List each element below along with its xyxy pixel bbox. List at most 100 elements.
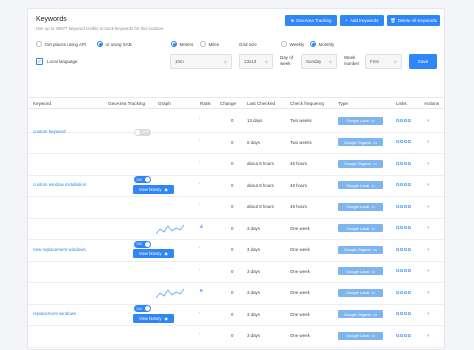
type-badge[interactable]: Google Organic ▭ <box>338 245 383 254</box>
geoarea-tracking-button[interactable]: ⊕ GeoArea Tracking <box>285 15 337 26</box>
links-icons[interactable]: GGGG <box>396 290 412 295</box>
local-language-checkbox[interactable]: ✓ <box>36 58 43 65</box>
delete-icon[interactable]: × <box>427 333 430 338</box>
delete-icon[interactable]: × <box>427 290 430 295</box>
change-value: 0 <box>231 290 234 295</box>
delete-icon[interactable]: × <box>427 268 430 273</box>
type-badge[interactable]: Google Local ▭ <box>338 202 383 211</box>
check-frequency-value: Two weeks <box>290 118 312 123</box>
links-icons[interactable]: GGGG <box>396 268 412 273</box>
links-icons[interactable]: GGGG <box>396 204 412 209</box>
keyword-link[interactable]: custom keyword <box>33 129 66 134</box>
keyword-link[interactable]: new replacement windows <box>33 247 86 252</box>
add-keywords-button[interactable]: + Add Keywords <box>340 15 384 26</box>
links-icons[interactable]: GGGG <box>396 311 412 316</box>
change-value: 0 <box>231 247 234 252</box>
delete-all-keywords-button[interactable]: 🗑 Delete All Keywords <box>387 15 440 26</box>
monthly-radio[interactable]: Monthly <box>310 41 334 47</box>
week-number-label: Week number <box>344 55 360 66</box>
delete-icon[interactable]: × <box>427 118 430 123</box>
type-badge[interactable]: Google Local ▭ <box>338 116 383 125</box>
col-type[interactable]: Type <box>338 101 348 106</box>
last-checked-value: 3 days <box>247 311 260 317</box>
last-checked-value: 6 days <box>247 139 260 145</box>
meters-radio[interactable]: Meters <box>171 41 193 47</box>
page-subtitle: Use up to 49977 keyword credits to track… <box>36 26 165 31</box>
type-badge[interactable]: Google Organic ▭ <box>338 138 383 146</box>
tracking-toggle[interactable]: ON <box>134 176 151 184</box>
view-history-button[interactable]: View history ◉ <box>133 184 174 194</box>
keyword-link[interactable]: replacement windows <box>33 311 76 316</box>
rank-value: 5 <box>200 289 203 294</box>
links-icons[interactable]: GGGG <box>396 118 412 123</box>
delete-icon[interactable]: × <box>427 161 430 166</box>
radio-dot <box>36 41 42 47</box>
radio-dot <box>200 41 206 47</box>
check-frequency-value: 48 hours <box>290 161 308 166</box>
miles-radio[interactable]: Miles <box>200 41 219 47</box>
type-badge[interactable]: Google Organic ▭ <box>338 159 383 168</box>
change-value: 0 <box>231 225 234 231</box>
sab-radio[interactable]: or using SAB <box>97 41 132 47</box>
chevron-down-icon: ◇ <box>328 59 332 64</box>
delete-icon[interactable]: × <box>427 225 430 230</box>
tracking-toggle[interactable]: OFF <box>134 128 151 136</box>
device-icon: ▭ <box>371 182 375 188</box>
links-icons[interactable]: GGGG <box>396 333 412 338</box>
col-change[interactable]: Change <box>220 101 236 106</box>
check-frequency-value: One week <box>290 225 310 231</box>
type-badge[interactable]: Google Organic ▭ <box>338 310 383 318</box>
type-badge[interactable]: Google Local ▭ <box>338 267 383 275</box>
col-last-checked[interactable]: Last Checked <box>247 101 275 106</box>
col-graph[interactable]: Graph <box>158 101 171 106</box>
week-number-select[interactable]: First ◇ <box>365 54 402 69</box>
last-checked-value: about 8 hours <box>247 204 274 209</box>
last-checked-value: 13 days <box>247 118 263 123</box>
links-icons[interactable]: GGGG <box>396 161 412 166</box>
view-history-button[interactable]: View history ◉ <box>133 249 174 259</box>
col-geoarea-tracking[interactable]: GeoArea Tracking <box>108 101 145 106</box>
weekly-radio[interactable]: Weekly <box>281 41 304 47</box>
col-keyword[interactable]: Keyword <box>33 101 51 106</box>
radio-dot <box>171 41 177 47</box>
delete-icon[interactable]: × <box>427 247 430 252</box>
col-rank[interactable]: Rank <box>200 101 211 106</box>
save-button[interactable]: Save <box>409 54 437 69</box>
col-check-frequency[interactable]: Check frequency <box>290 101 324 106</box>
delete-icon[interactable]: × <box>427 182 430 187</box>
row-divider <box>28 217 444 219</box>
links-icons[interactable]: GGGG <box>396 247 412 252</box>
delete-icon[interactable]: × <box>427 311 430 316</box>
links-icons[interactable]: GGGG <box>396 182 412 187</box>
links-icons[interactable]: GGGG <box>396 225 412 230</box>
type-badge[interactable]: Google Local ▭ <box>338 331 383 340</box>
view-history-button[interactable]: View history ◉ <box>133 313 174 323</box>
day-of-week-select[interactable]: Sunday ◇ <box>301 54 337 69</box>
sparkline-path <box>156 288 185 299</box>
tracking-toggle[interactable]: ON <box>134 305 151 313</box>
delete-icon[interactable]: × <box>427 139 430 144</box>
places-api-radio[interactable]: Get places using API <box>36 41 86 47</box>
type-badge[interactable]: Google Local ▭ <box>338 224 383 232</box>
tracking-toggle[interactable]: ON <box>134 240 151 248</box>
sparkline-path <box>156 224 185 234</box>
device-icon: ▭ <box>371 268 375 274</box>
device-icon: ▭ <box>373 161 377 166</box>
local-language-label: Local language <box>47 59 78 64</box>
grid-size-select[interactable]: 13x13 ◇ <box>239 54 273 69</box>
col-actions[interactable]: Actions <box>424 101 439 106</box>
last-checked-value: about 8 hours <box>247 182 274 188</box>
change-value: 0 <box>231 311 234 317</box>
col-links[interactable]: Links <box>396 101 407 106</box>
links-icons[interactable]: GGGG <box>396 139 412 144</box>
delete-icon[interactable]: × <box>427 204 430 209</box>
type-badge[interactable]: Google Local ▭ <box>338 288 383 297</box>
keyword-link[interactable]: custom window installation <box>33 182 86 187</box>
chevron-down-icon: ◇ <box>223 59 227 64</box>
type-badge[interactable]: Google Local ▭ <box>338 181 383 189</box>
distance-select[interactable]: 10m ◇ <box>170 54 232 69</box>
rank-sparkline <box>156 288 185 299</box>
radio-dot <box>310 41 316 47</box>
device-icon: ▭ <box>371 225 375 231</box>
device-icon: ▭ <box>371 118 375 123</box>
